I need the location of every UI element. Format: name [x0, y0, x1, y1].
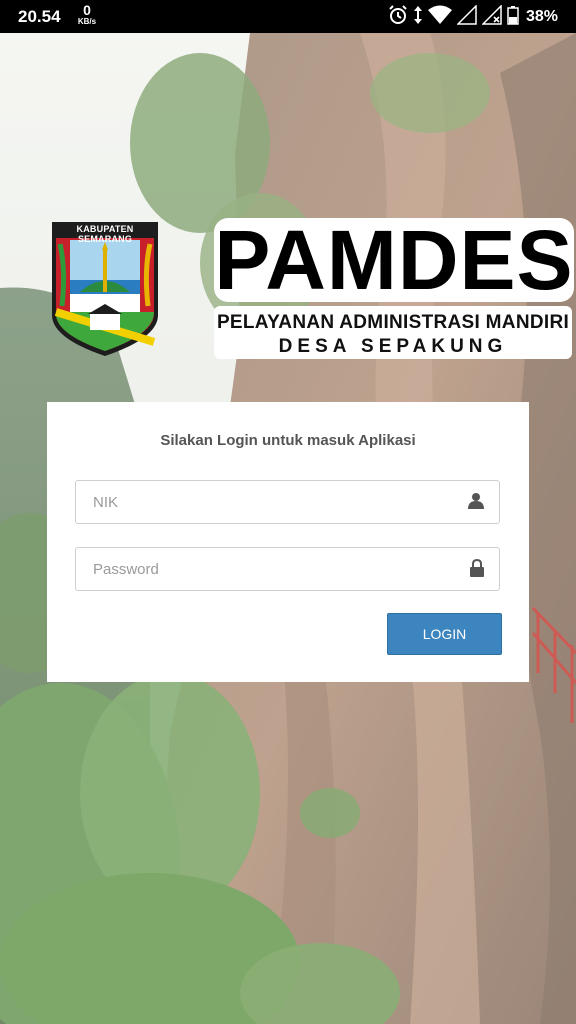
alarm-icon: [388, 4, 408, 30]
network-speed: 0 KB/s: [74, 3, 100, 26]
status-icons: 38%: [388, 3, 558, 30]
battery-percent: 38%: [525, 8, 558, 25]
app-subtitle-line-1: PELAYANAN ADMINISTRASI MANDIRI: [216, 312, 570, 333]
nik-field[interactable]: [75, 480, 500, 524]
battery-icon: [507, 5, 519, 30]
password-input[interactable]: [76, 548, 453, 590]
login-button[interactable]: LOGIN: [387, 613, 502, 655]
signal-icon: [456, 3, 477, 30]
app-subtitle-box: PELAYANAN ADMINISTRASI MANDIRI DESA SEPA…: [214, 306, 572, 359]
network-speed-value: 0: [83, 2, 91, 18]
password-field[interactable]: [75, 547, 500, 591]
data-arrows-icon: [413, 5, 423, 30]
app-logo: KABUPATEN SEMARANG PAMDES PELAYANAN ADMI…: [50, 218, 574, 363]
lock-icon: [469, 558, 485, 582]
wifi-icon: [427, 5, 452, 30]
user-icon: [467, 492, 485, 515]
status-time: 20.54: [18, 7, 61, 26]
nik-input[interactable]: [76, 481, 453, 523]
login-card: Silakan Login untuk masuk Aplikasi LOGIN: [47, 402, 529, 682]
app-subtitle-line-2: DESA SEPAKUNG: [278, 336, 508, 357]
app-title: PAMDES: [214, 213, 574, 307]
network-speed-unit: KB/s: [77, 17, 97, 26]
status-bar: 20.54 0 KB/s 38%: [0, 0, 576, 33]
login-heading: Silakan Login untuk masuk Aplikasi: [160, 432, 416, 449]
emblem-caption: KABUPATEN SEMARANG: [76, 224, 134, 244]
signal-no-service-icon: [481, 3, 502, 30]
